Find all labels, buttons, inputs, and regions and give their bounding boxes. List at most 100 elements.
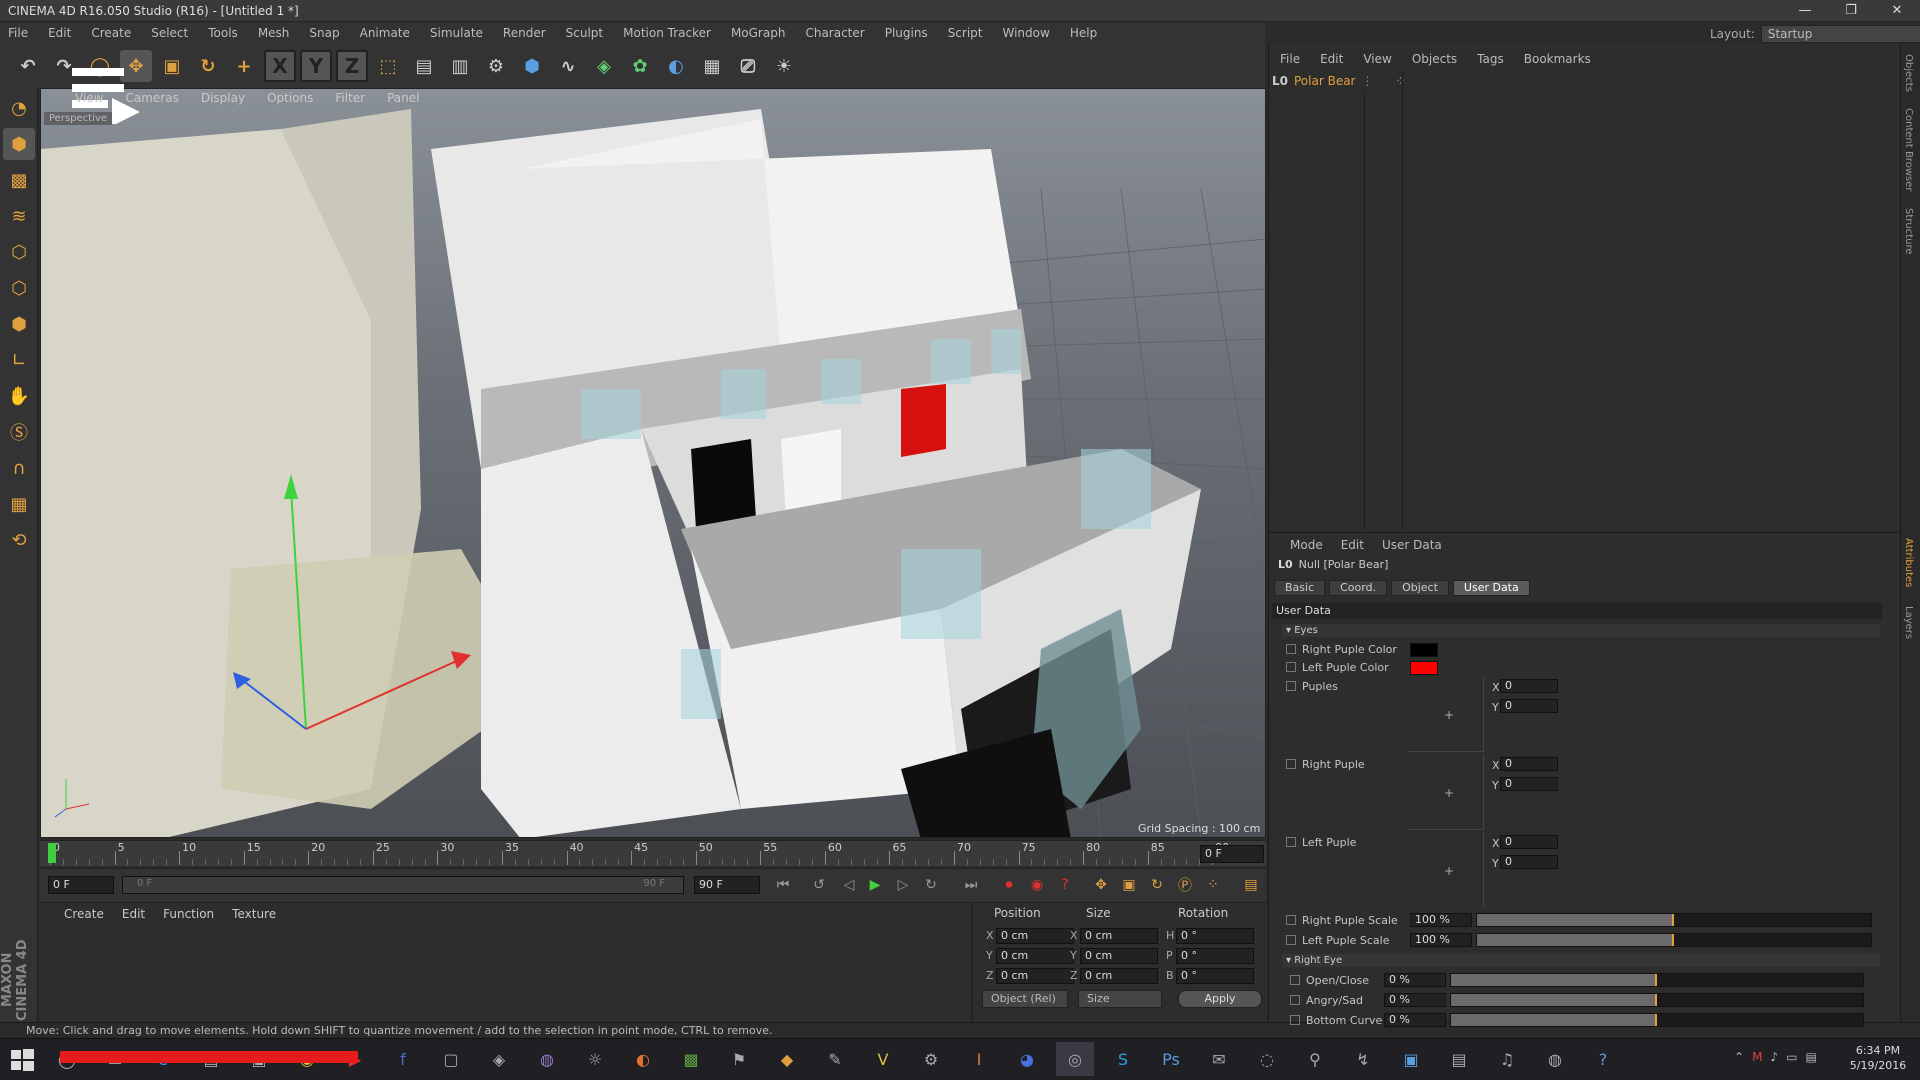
start-frame-field[interactable]: 0 F <box>48 876 114 894</box>
cube-icon[interactable]: ⬢ <box>516 50 548 82</box>
record-scale-icon[interactable]: ▣ <box>1118 874 1140 896</box>
viewport[interactable] <box>40 88 1266 838</box>
menu-render[interactable]: Render <box>503 26 546 40</box>
loop-icon[interactable]: ↺ <box>808 874 830 896</box>
app-icon-11[interactable]: ⚲ <box>1296 1042 1334 1076</box>
spline-icon[interactable]: ∿ <box>552 50 584 82</box>
record-rotation-icon[interactable]: ↻ <box>1146 874 1168 896</box>
preview-range-slider[interactable]: 0 F 90 F <box>122 876 684 894</box>
attribute-menu-user-data[interactable]: User Data <box>1382 538 1442 552</box>
lock-workplane-icon[interactable]: ⟲ <box>3 524 35 556</box>
menu-animate[interactable]: Animate <box>360 26 410 40</box>
menu-plugins[interactable]: Plugins <box>885 26 928 40</box>
object-menu-bookmarks[interactable]: Bookmarks <box>1524 52 1591 66</box>
x-axis-icon[interactable]: X <box>264 50 296 82</box>
object-menu-view[interactable]: View <box>1363 52 1391 66</box>
angry-sad-slider[interactable] <box>1450 993 1864 1007</box>
viewport-menu-display[interactable]: Display <box>201 91 245 105</box>
userdata-tag-icon[interactable]: ⁘ <box>1396 74 1406 88</box>
bottom-curve-slider[interactable] <box>1450 1013 1864 1027</box>
texture-mode-icon[interactable]: ▩ <box>3 164 35 196</box>
attribute-menu-edit[interactable]: Edit <box>1341 538 1364 552</box>
left-puple-y-field[interactable]: 0 <box>1500 855 1558 869</box>
left-puple-color-swatch[interactable] <box>1410 661 1438 675</box>
minimize-button[interactable]: — <box>1782 0 1828 22</box>
y-axis-icon[interactable]: Y <box>300 50 332 82</box>
render-view-icon[interactable]: ▤ <box>408 50 440 82</box>
close-button[interactable]: ✕ <box>1874 0 1920 22</box>
volume-icon[interactable]: ♪ <box>1770 1050 1778 1064</box>
layers-tab[interactable]: Layers <box>1903 606 1914 639</box>
add-icon[interactable]: + <box>228 50 260 82</box>
undo-icon[interactable]: ↶ <box>12 50 44 82</box>
size-1-field[interactable]: 0 cm <box>1080 948 1158 964</box>
angry-sad-field[interactable]: 0 % <box>1384 993 1446 1007</box>
menu-window[interactable]: Window <box>1003 26 1050 40</box>
content-browser-tab[interactable]: Content Browser <box>1903 108 1914 191</box>
light-icon[interactable]: ☀ <box>768 50 800 82</box>
record-icon[interactable]: ⏺ <box>998 874 1020 896</box>
menu-sculpt[interactable]: Sculpt <box>566 26 603 40</box>
left-puple-x-field[interactable]: 0 <box>1500 835 1558 849</box>
previous-key-icon[interactable]: ◁ <box>838 874 860 896</box>
right-puple-y-field[interactable]: 0 <box>1500 777 1558 791</box>
right-puple-scale-slider[interactable] <box>1476 913 1872 927</box>
help-icon[interactable]: ? <box>1584 1042 1622 1076</box>
current-frame-field[interactable]: 0 F <box>1200 845 1264 863</box>
go-to-end-icon[interactable]: ⏭ <box>960 874 982 896</box>
coordinate-system-icon[interactable]: ⬚ <box>372 50 404 82</box>
open-close-field[interactable]: 0 % <box>1384 973 1446 987</box>
eyes-group[interactable]: ▾ Eyes <box>1282 624 1880 637</box>
menu-character[interactable]: Character <box>805 26 864 40</box>
rotation-1-field[interactable]: 0 ° <box>1176 948 1254 964</box>
floor-icon[interactable]: ▦ <box>696 50 728 82</box>
right-eye-group[interactable]: ▾ Right Eye <box>1282 954 1880 967</box>
viewport-menu-view[interactable]: View <box>75 91 103 105</box>
viewport-menu-cameras[interactable]: Cameras <box>125 91 178 105</box>
position-0-field[interactable]: 0 cm <box>996 928 1074 944</box>
cloner-icon[interactable]: ✿ <box>624 50 656 82</box>
apply-button[interactable]: Apply <box>1178 990 1262 1008</box>
make-editable-icon[interactable]: ◔ <box>3 92 35 124</box>
menu-help[interactable]: Help <box>1070 26 1097 40</box>
material-menu-edit[interactable]: Edit <box>122 907 145 921</box>
material-menu-function[interactable]: Function <box>163 907 214 921</box>
rotate-icon[interactable]: ↻ <box>192 50 224 82</box>
refresh-icon[interactable]: ↻ <box>920 874 942 896</box>
visibility-dots-icon[interactable]: ⋮ <box>1362 74 1374 88</box>
gmail-icon[interactable]: M <box>1752 1050 1762 1064</box>
maximize-button[interactable]: ❐ <box>1828 0 1874 22</box>
go-to-start-icon[interactable]: ⏮ <box>772 874 794 896</box>
solo-icon[interactable]: Ⓢ <box>3 416 35 448</box>
menu-simulate[interactable]: Simulate <box>430 26 483 40</box>
record-point-level-icon[interactable]: ⁘ <box>1202 874 1224 896</box>
video-progress-bar[interactable] <box>60 1051 358 1063</box>
menu-script[interactable]: Script <box>948 26 983 40</box>
tab-object[interactable]: Object <box>1391 580 1449 596</box>
app-icon-15[interactable]: ◍ <box>1536 1042 1574 1076</box>
points-mode-icon[interactable]: ⬡ <box>3 236 35 268</box>
render-settings-icon[interactable]: ⚙ <box>480 50 512 82</box>
camera-icon[interactable]: ⎚ <box>732 50 764 82</box>
right-puple-x-field[interactable]: 0 <box>1500 757 1558 771</box>
open-close-slider[interactable] <box>1450 973 1864 987</box>
layout-dropdown[interactable]: Startup <box>1760 25 1920 43</box>
axis-mode-icon[interactable]: ∟ <box>3 344 35 376</box>
app-icon-13[interactable]: ▣ <box>1392 1042 1430 1076</box>
coordinate-mode-dropdown[interactable]: Object (Rel) <box>982 990 1068 1008</box>
taskbar-clock[interactable]: 6:34 PM 5/19/2016 <box>1840 1043 1916 1073</box>
puples-y-field[interactable]: 0 <box>1500 699 1558 713</box>
timeline[interactable]: 051015202530354045505560657075808590 <box>40 840 1266 866</box>
app-icon-14[interactable]: ▤ <box>1440 1042 1478 1076</box>
record-position-icon[interactable]: ✥ <box>1090 874 1112 896</box>
menu-edit[interactable]: Edit <box>48 26 71 40</box>
network-icon[interactable]: ▭ <box>1786 1050 1797 1064</box>
polygons-mode-icon[interactable]: ⬢ <box>3 308 35 340</box>
left-puple-2d-pad[interactable]: + <box>1408 832 1484 908</box>
left-puple-scale-field[interactable]: 100 % <box>1410 933 1472 947</box>
playhead[interactable] <box>48 843 56 863</box>
workplane-icon[interactable]: ≋ <box>3 200 35 232</box>
object-menu-objects[interactable]: Objects <box>1412 52 1457 66</box>
keyframe-selection-icon[interactable]: ? <box>1054 874 1076 896</box>
left-puple-scale-slider[interactable] <box>1476 933 1872 947</box>
